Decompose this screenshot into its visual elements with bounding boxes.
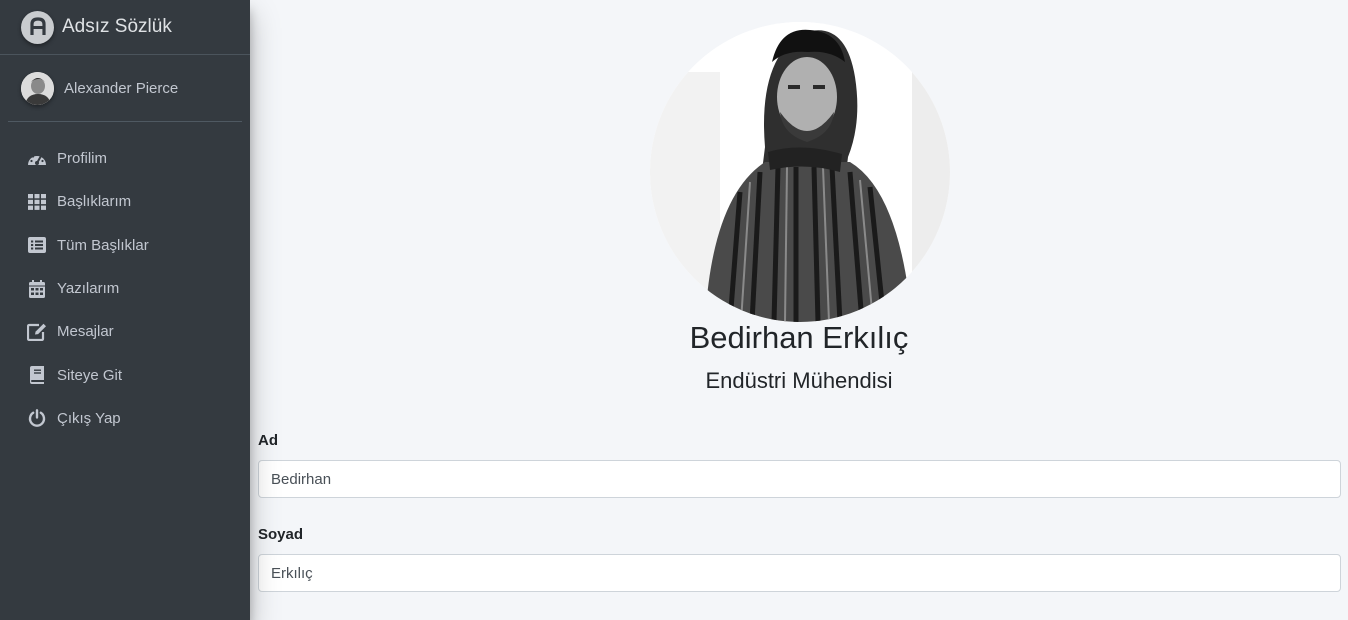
grid-icon [27, 192, 47, 212]
profile-name: Bedirhan Erkılıç [689, 320, 909, 355]
sidebar-item-profilim[interactable]: Profilim [8, 137, 242, 180]
sidebar-item-cikis-yap[interactable]: Çıkış Yap [8, 397, 242, 440]
brand-text: Adsız Sözlük [62, 16, 172, 37]
main-content: Bedirhan Erkılıç Endüstri Mühendisi Ad S… [250, 0, 1348, 620]
sidebar-item-label: Çıkış Yap [57, 409, 121, 427]
user-name: Alexander Pierce [64, 79, 179, 97]
profile-photo [650, 22, 950, 322]
sidebar-item-label: Tüm Başlıklar [57, 236, 149, 254]
sidebar-item-label: Siteye Git [57, 366, 123, 384]
sidebar-item-label: Yazılarım [57, 280, 120, 298]
sidebar-item-tum-basliklar[interactable]: Tüm Başlıklar [8, 224, 242, 267]
brand-link[interactable]: Adsız Sözlük [0, 0, 250, 55]
user-panel[interactable]: Alexander Pierce [8, 55, 242, 122]
first-name-label: Ad [258, 432, 278, 449]
book-icon [27, 365, 47, 385]
calendar-icon [27, 279, 47, 299]
brand-logo [21, 10, 54, 44]
sidebar: Adsız Sözlük Alexander Pierce Profilim B… [0, 0, 250, 620]
sidebar-item-label: Profilim [57, 150, 108, 168]
sidebar-nav: Profilim Başlıklarım Tüm Başlıklar Yazıl… [0, 137, 250, 440]
edit-icon [27, 322, 47, 342]
sidebar-item-yazilarim[interactable]: Yazılarım [8, 267, 242, 310]
sidebar-item-basliklarim[interactable]: Başlıklarım [8, 180, 242, 223]
last-name-label: Soyad [258, 526, 304, 543]
list-icon [27, 235, 47, 255]
profile-title: Endüstri Mühendisi [705, 368, 893, 393]
sidebar-item-mesajlar[interactable]: Mesajlar [8, 310, 242, 353]
tachometer-icon [27, 149, 47, 169]
sidebar-item-label: Başlıklarım [57, 193, 132, 211]
user-avatar [21, 71, 54, 105]
sidebar-item-siteye-git[interactable]: Siteye Git [8, 353, 242, 396]
power-icon [27, 408, 47, 428]
last-name-input[interactable] [258, 554, 1341, 592]
sidebar-item-label: Mesajlar [57, 323, 114, 341]
first-name-input[interactable] [258, 460, 1341, 498]
